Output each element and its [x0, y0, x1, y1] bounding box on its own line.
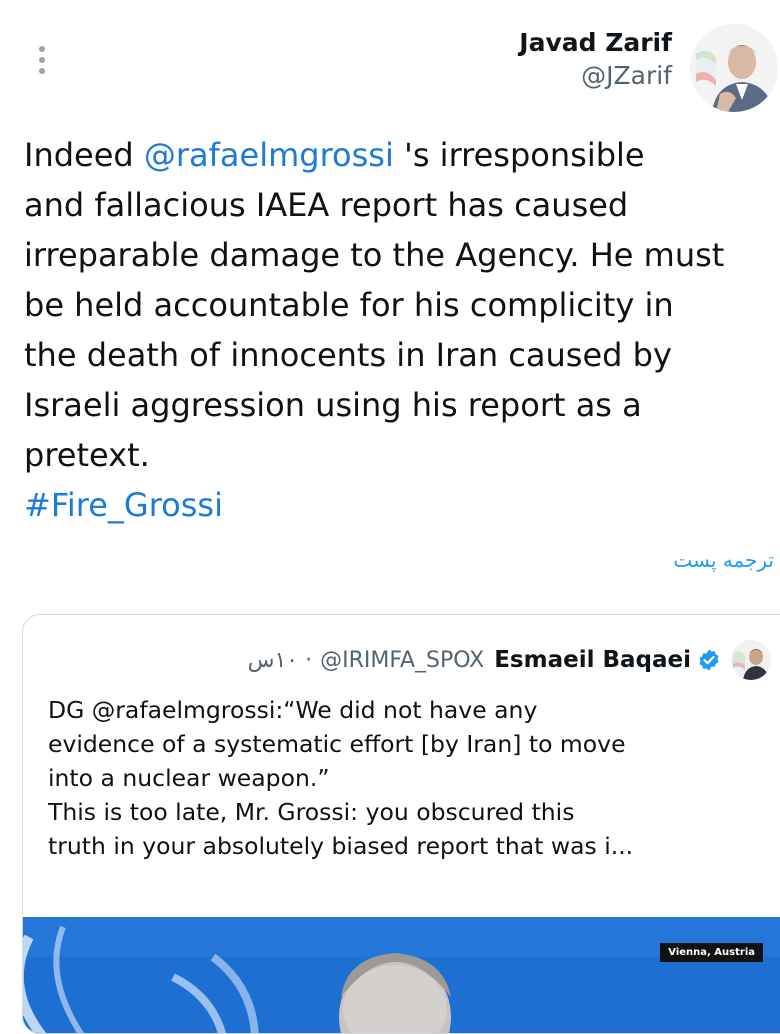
- tweet-text-line: Indeed @rafaelmgrossi 's irresponsible: [24, 130, 780, 180]
- tweet-text-segment: the death of innocents in Iran caused by: [24, 336, 672, 374]
- quoted-author-avatar[interactable]: [731, 640, 771, 680]
- tweet-text-line: #Fire_Grossi: [24, 480, 780, 530]
- tweet-text-segment: pretext.: [24, 436, 150, 474]
- quoted-tweet-text-line: DG @rafaelmgrossi:“We did not have any: [48, 696, 538, 724]
- quoted-tweet-text-line: into a nuclear weapon.”: [48, 764, 330, 792]
- avatar-image: [690, 24, 778, 112]
- mention-link[interactable]: @rafaelmgrossi: [144, 136, 394, 174]
- quoted-tweet-time[interactable]: · ۱۰س: [248, 648, 313, 673]
- tweet-text-segment: be held accountable for his complicity i…: [24, 286, 674, 324]
- hashtag-link[interactable]: #Fire_Grossi: [24, 486, 223, 524]
- quoted-author-name[interactable]: Esmaeil Baqaei: [494, 647, 691, 673]
- quoted-tweet-text: DG @rafaelmgrossi:“We did not have any ev…: [48, 693, 780, 863]
- dot: [39, 46, 45, 52]
- tweet-text-line: the death of innocents in Iran caused by: [24, 330, 780, 380]
- quoted-avatar-image: [731, 640, 771, 680]
- tweet-text-line: be held accountable for his complicity i…: [24, 280, 780, 330]
- tweet-text-segment: Israeli aggression using his report as a: [24, 386, 642, 424]
- tweet-text-segment: 's irresponsible: [393, 136, 645, 174]
- media-location-caption: Vienna, Austria: [660, 943, 763, 962]
- quoted-tweet-text-line: truth in your absolutely biased report t…: [48, 832, 634, 860]
- quoted-author-handle[interactable]: @IRIMFA_SPOX: [320, 648, 484, 673]
- quoted-tweet-text-line: evidence of a systematic effort [by Iran…: [48, 730, 626, 758]
- verified-badge-icon: [699, 649, 719, 671]
- translate-post-link[interactable]: ترجمه پست: [673, 548, 774, 572]
- tweet-text: Indeed @rafaelmgrossi 's irresponsible an…: [24, 130, 780, 530]
- tweet-text-line: pretext.: [24, 430, 780, 480]
- quoted-tweet-text-line: This is too late, Mr. Grossi: you obscur…: [48, 798, 575, 826]
- author-info[interactable]: Javad Zarif @JZarif: [519, 26, 672, 92]
- tweet-text-segment: and fallacious IAEA report has caused: [24, 186, 629, 224]
- tweet-text-line: irreparable damage to the Agency. He mus…: [24, 230, 780, 280]
- tweet-text-segment: irreparable damage to the Agency. He mus…: [24, 236, 725, 274]
- dot: [39, 68, 45, 74]
- author-avatar[interactable]: [690, 24, 778, 112]
- tweet-text-segment: Indeed: [24, 136, 144, 174]
- dot: [39, 57, 45, 63]
- author-name[interactable]: Javad Zarif: [519, 26, 672, 60]
- quoted-tweet-media[interactable]: Vienna, Austria: [23, 917, 780, 1033]
- quoted-tweet[interactable]: · ۱۰س @IRIMFA_SPOX Esmaeil Baqaei DG @ra…: [22, 614, 780, 1034]
- author-handle[interactable]: @JZarif: [519, 60, 672, 92]
- more-options-button[interactable]: [34, 42, 50, 78]
- media-thumbnail: [23, 917, 780, 1033]
- tweet-text-line: and fallacious IAEA report has caused: [24, 180, 780, 230]
- quoted-tweet-header: · ۱۰س @IRIMFA_SPOX Esmaeil Baqaei: [248, 639, 771, 681]
- tweet-text-line: Israeli aggression using his report as a: [24, 380, 780, 430]
